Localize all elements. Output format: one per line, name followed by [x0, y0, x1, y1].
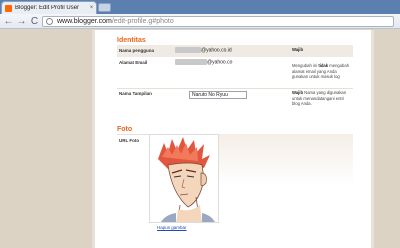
forward-arrow-icon[interactable]: →	[15, 15, 28, 28]
display-name-hint: Wajib Nama yang digunakan untuk menandat…	[292, 90, 350, 107]
username-suffix: @yahoo.co.id	[201, 47, 232, 54]
url-path: /edit-profile.g#photo	[111, 18, 174, 25]
url-text: www.blogger.com/edit-profile.g#photo	[57, 18, 174, 25]
page-info-icon	[46, 18, 53, 25]
email-value: @yahoo.co	[175, 59, 232, 65]
email-hint-pre: Mengubah ini	[292, 63, 319, 68]
profile-form: Identitas Nama pengguna @yahoo.co.id Waj…	[92, 30, 374, 248]
display-name-hint-bold: Wajib	[292, 90, 304, 95]
tab-title: Blogger: Edit Profil User	[15, 5, 80, 11]
email-hint-bold: tidak	[318, 63, 329, 68]
email-suffix: @yahoo.co	[207, 59, 233, 66]
email-label: Alamat Email	[119, 60, 148, 65]
foto-heading: Foto	[117, 126, 133, 133]
address-bar[interactable]: www.blogger.com/edit-profile.g#photo	[42, 16, 394, 27]
remove-photo-link[interactable]: Hapus gambar	[157, 225, 187, 230]
username-row: Nama pengguna @yahoo.co.id Wajib	[117, 45, 353, 57]
username-label: Nama pengguna	[119, 48, 155, 53]
email-row: Alamat Email @yahoo.co Mengubah ini tida…	[117, 57, 353, 87]
redacted-email	[175, 59, 207, 65]
url-domain: www.blogger.com	[57, 18, 112, 25]
new-tab-button[interactable]	[98, 3, 111, 12]
blogger-favicon-icon	[5, 4, 12, 12]
back-arrow-icon[interactable]: ←	[2, 15, 15, 28]
photo-url-label: URL Foto	[119, 138, 140, 143]
photo-panel-background	[219, 134, 353, 186]
display-name-input[interactable]	[189, 91, 247, 99]
reload-icon[interactable]: C	[28, 15, 41, 28]
profile-photo	[149, 134, 219, 223]
tab-strip: Blogger: Edit Profil User ×	[0, 0, 400, 14]
browser-tab[interactable]: Blogger: Edit Profil User ×	[1, 1, 97, 14]
email-hint: Mengubah ini tidak mengubah alamat email…	[292, 63, 350, 80]
browser-toolbar: ← → C www.blogger.com/edit-profile.g#pho…	[0, 14, 400, 29]
display-name-row: Nama Tampilan Wajib Nama yang digunakan …	[117, 88, 353, 118]
close-tab-icon[interactable]: ×	[87, 5, 96, 11]
anime-avatar-image	[150, 135, 218, 222]
page-background: Identitas Nama pengguna @yahoo.co.id Waj…	[0, 30, 400, 248]
redacted-username	[175, 47, 201, 53]
username-value: @yahoo.co.id	[175, 47, 232, 53]
username-hint: Wajib	[292, 47, 304, 52]
display-name-label: Nama Tampilan	[119, 91, 152, 96]
identitas-heading: Identitas	[117, 37, 146, 44]
